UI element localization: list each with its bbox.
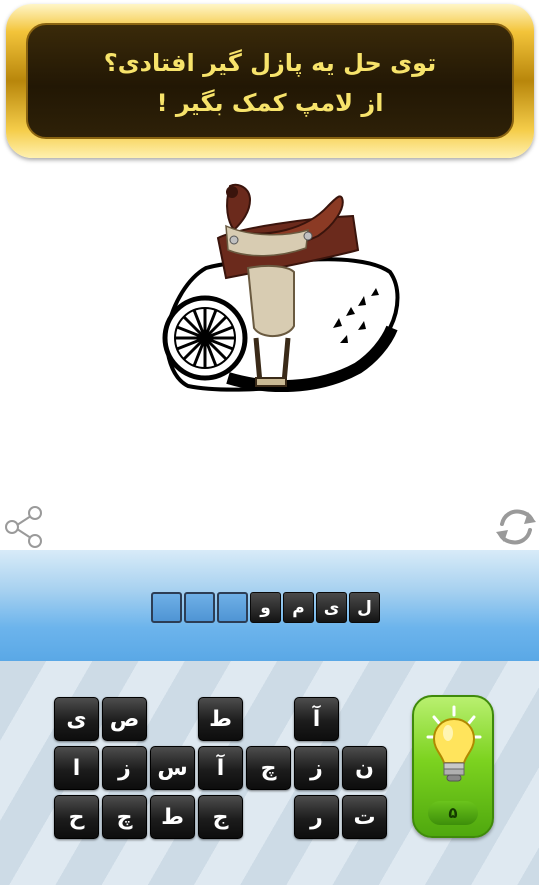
- letter-tile[interactable]: ا: [54, 746, 99, 790]
- letter-tile[interactable]: ز: [294, 746, 339, 790]
- letter-tile[interactable]: چ: [246, 746, 291, 790]
- refresh-icon[interactable]: [494, 504, 538, 550]
- hint-button[interactable]: ۵: [412, 695, 494, 838]
- answer-slot-empty[interactable]: [184, 592, 215, 623]
- banner-panel: توی حل یه پازل گیر افتادی؟ از لامپ کمک ب…: [26, 23, 514, 139]
- letter-tile[interactable]: چ: [102, 795, 147, 839]
- answer-slot-empty[interactable]: [151, 592, 182, 623]
- letter-tile[interactable]: ت: [342, 795, 387, 839]
- letter-tile[interactable]: ی: [54, 697, 99, 741]
- answer-slot-empty[interactable]: [217, 592, 248, 623]
- hint-count: ۵: [428, 801, 478, 825]
- letter-tile[interactable]: ط: [198, 697, 243, 741]
- answer-slot-letter[interactable]: ی: [316, 592, 347, 623]
- share-icon[interactable]: [2, 504, 46, 550]
- saddle-image: [162, 183, 400, 393]
- letter-tile[interactable]: آ: [198, 746, 243, 790]
- lightbulb-icon: [426, 705, 482, 782]
- letter-tile[interactable]: س: [150, 746, 195, 790]
- banner-line-2: از لامپ کمک بگیر !: [156, 89, 384, 117]
- letter-tile[interactable]: ن: [342, 746, 387, 790]
- letter-tile[interactable]: آ: [294, 697, 339, 741]
- letter-tile[interactable]: ط: [150, 795, 195, 839]
- letter-tile[interactable]: ص: [102, 697, 147, 741]
- banner-line-1: توی حل یه پازل گیر افتادی؟: [103, 49, 437, 77]
- letter-tile[interactable]: ح: [54, 795, 99, 839]
- letter-tile[interactable]: ج: [198, 795, 243, 839]
- answer-slot-letter[interactable]: و: [250, 592, 281, 623]
- hint-banner: توی حل یه پازل گیر افتادی؟ از لامپ کمک ب…: [6, 4, 534, 158]
- banner-message: توی حل یه پازل گیر افتادی؟ از لامپ کمک ب…: [28, 43, 512, 123]
- answer-slot-letter[interactable]: م: [283, 592, 314, 623]
- answer-slots: و م ی ل: [151, 592, 380, 623]
- letter-tile[interactable]: ز: [102, 746, 147, 790]
- letter-tile[interactable]: ر: [294, 795, 339, 839]
- answer-slot-letter[interactable]: ل: [349, 592, 380, 623]
